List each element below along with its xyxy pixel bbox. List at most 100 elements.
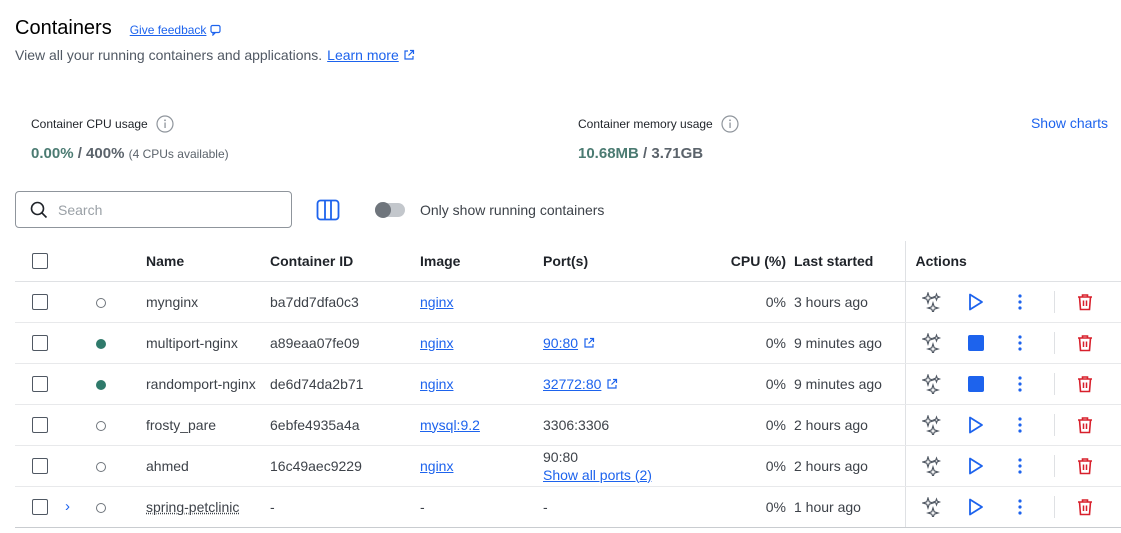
table-row[interactable]: mynginx ba7dd7dfa0c3 nginx 0% 3 hours ag… [15,281,1121,323]
column-header-image[interactable]: Image [420,241,543,282]
cpu-value: 0% [703,486,794,528]
last-started: 1 hour ago [794,486,905,528]
more-options-icon[interactable] [1008,413,1032,437]
container-name[interactable]: ahmed [146,445,270,487]
external-link-icon [404,49,414,60]
container-name[interactable]: multiport-nginx [146,322,270,364]
ports-cell: 90:80 [543,448,579,465]
show-charts-button[interactable]: Show charts [1031,115,1108,131]
status-dot-running [96,379,106,390]
start-icon[interactable] [964,290,988,314]
ports-cell: 3306:3306 [543,404,703,446]
delete-icon[interactable] [1073,454,1097,478]
row-checkbox[interactable] [32,458,48,475]
row-checkbox[interactable] [32,294,48,311]
last-started: 2 hours ago [794,445,905,487]
container-name[interactable]: frosty_pare [146,404,270,446]
ai-sparkle-icon[interactable] [920,331,944,355]
stop-icon[interactable] [964,331,988,355]
row-checkbox[interactable] [32,376,48,393]
table-row[interactable]: randomport-nginx de6d74da2b71 nginx 3277… [15,363,1121,405]
select-all-checkbox[interactable] [32,253,48,270]
ports-cell [543,281,703,323]
container-name[interactable]: spring-petclinic [146,499,239,515]
row-checkbox[interactable] [32,417,48,434]
table-row[interactable]: › spring-petclinic - - - 0% 1 hour ago [15,486,1121,528]
delete-icon[interactable] [1073,495,1097,519]
column-header-last-started[interactable]: Last started [794,241,905,282]
ports-cell: - [543,486,703,528]
actions-divider [1053,413,1055,436]
row-checkbox[interactable] [32,499,48,516]
column-header-ports[interactable]: Port(s) [543,241,703,282]
status-dot-stopped [96,420,106,431]
external-link-icon [584,337,595,348]
port-link[interactable]: 90:80 [543,335,578,351]
last-started: 2 hours ago [794,404,905,446]
actions-divider [1053,454,1055,477]
image-link[interactable]: mysql:9.2 [420,417,480,433]
stop-icon[interactable] [964,372,988,396]
status-dot-running [96,338,106,349]
delete-icon[interactable] [1073,290,1097,314]
running-only-toggle[interactable] [375,202,405,218]
container-id: a89eaa07fe09 [270,322,420,364]
table-row[interactable]: ahmed 16c49aec9229 nginx 90:80 Show all p… [15,445,1121,487]
column-header-container-id[interactable]: Container ID [270,241,420,282]
more-options-icon[interactable] [1008,290,1032,314]
ai-sparkle-icon[interactable] [920,290,944,314]
toggle-knob [375,202,391,218]
more-options-icon[interactable] [1008,331,1032,355]
start-icon[interactable] [964,454,988,478]
more-options-icon[interactable] [1008,495,1032,519]
ai-sparkle-icon[interactable] [920,372,944,396]
port-link[interactable]: 32772:80 [543,376,601,392]
search-input[interactable] [58,201,258,218]
row-checkbox[interactable] [32,335,48,352]
memory-usage-value: 10.68MB [578,145,639,162]
column-header-cpu[interactable]: CPU (%) [703,241,794,282]
table-row[interactable]: multiport-nginx a89eaa07fe09 nginx 90:80… [15,322,1121,364]
delete-icon[interactable] [1073,331,1097,355]
ai-sparkle-icon[interactable] [920,495,944,519]
image-link[interactable]: nginx [420,458,453,474]
learn-more-link[interactable]: Learn more [327,47,415,63]
memory-usage-stat: Container memory usage 10.68MB / 3.71GB [578,115,739,162]
column-header-actions: Actions [904,241,1121,282]
actions-divider [1053,495,1055,518]
delete-icon[interactable] [1073,372,1097,396]
container-id: 16c49aec9229 [270,445,420,487]
image-link[interactable]: nginx [420,294,453,310]
delete-icon[interactable] [1073,413,1097,437]
more-options-icon[interactable] [1008,372,1032,396]
image-cell: - [420,486,543,528]
last-started: 3 hours ago [794,281,905,323]
container-name[interactable]: mynginx [146,281,270,323]
memory-usage-label: Container memory usage [578,117,713,131]
containers-table: Name Container ID Image Port(s) CPU (%) … [15,241,1121,528]
cpu-total-value: / 400% [73,145,125,162]
container-id: 6ebfe4935a4a [270,404,420,446]
status-dot-stopped [96,502,106,513]
info-icon[interactable] [156,115,174,133]
column-header-name[interactable]: Name [146,241,270,282]
search-icon [30,201,48,218]
start-icon[interactable] [964,413,988,437]
start-icon[interactable] [964,495,988,519]
give-feedback-link[interactable]: Give feedback [130,23,223,37]
ai-sparkle-icon[interactable] [920,413,944,437]
image-link[interactable]: nginx [420,335,453,351]
columns-icon[interactable] [316,199,340,221]
table-row[interactable]: frosty_pare 6ebfe4935a4a mysql:9.2 3306:… [15,404,1121,446]
ai-sparkle-icon[interactable] [920,454,944,478]
actions-divider [1053,290,1055,313]
expand-chevron-icon[interactable]: › [65,498,70,515]
external-link-icon [607,378,618,389]
info-icon[interactable] [721,115,739,133]
container-name[interactable]: randomport-nginx [146,363,270,405]
search-box[interactable] [15,191,292,228]
cpu-value: 0% [703,445,794,487]
more-options-icon[interactable] [1008,454,1032,478]
image-link[interactable]: nginx [420,376,453,392]
show-all-ports-link[interactable]: Show all ports (2) [543,466,652,484]
